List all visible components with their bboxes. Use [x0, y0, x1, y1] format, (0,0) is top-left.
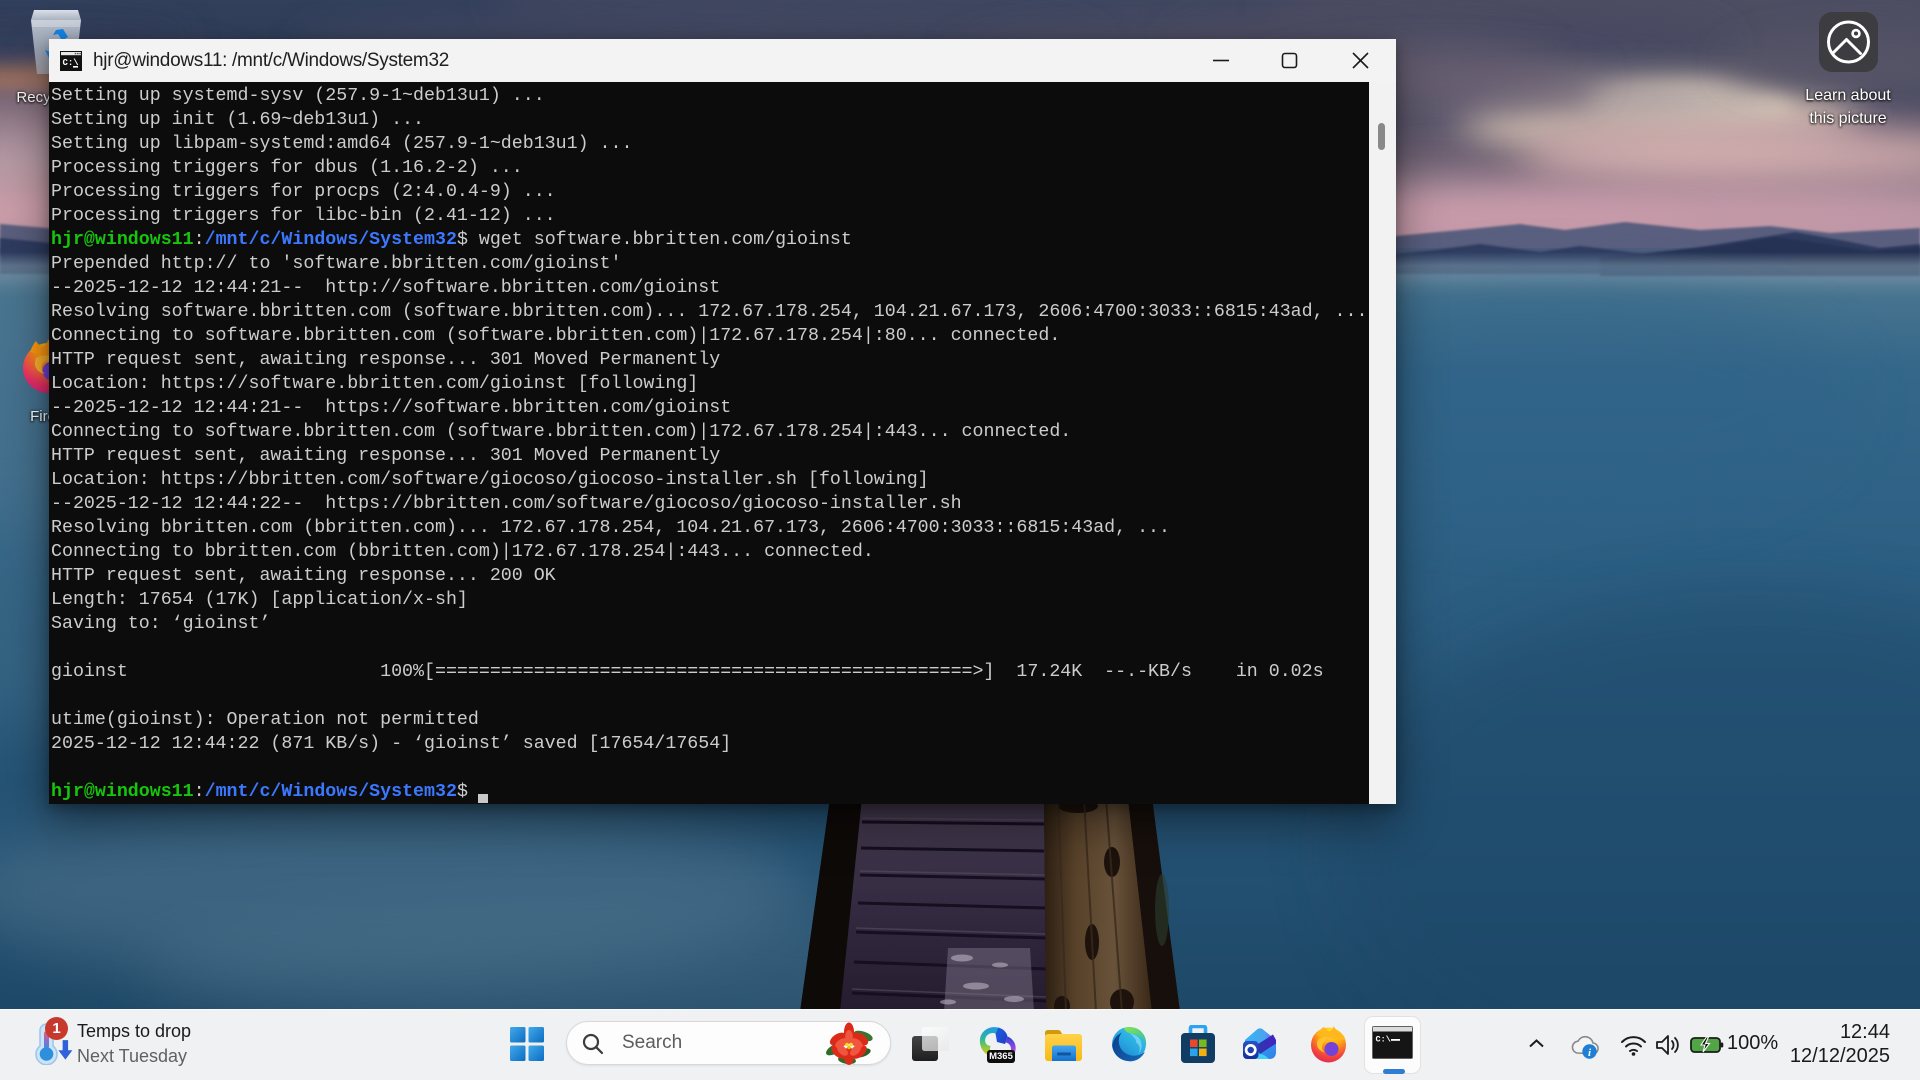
svg-text:C:\: C:\	[1376, 1035, 1391, 1045]
